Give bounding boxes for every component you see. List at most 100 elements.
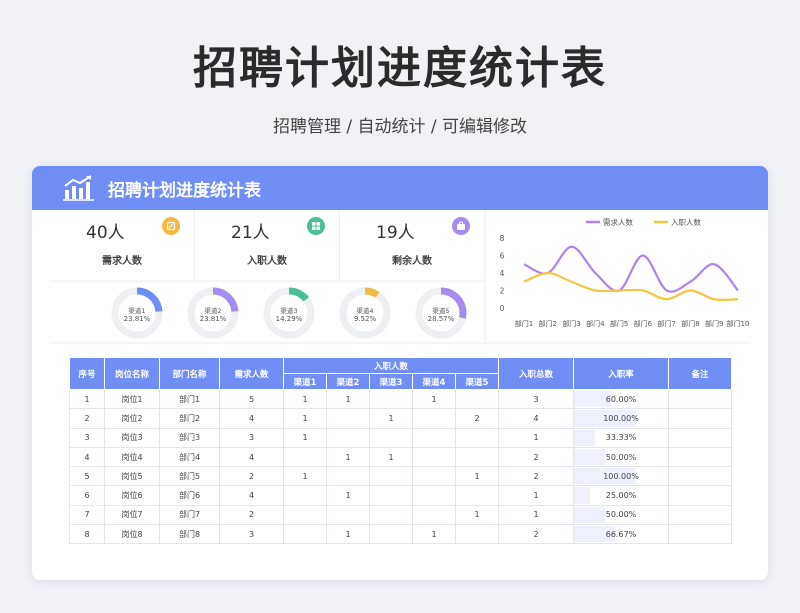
cell-channel[interactable]: 1 [412,388,456,410]
cell-note[interactable] [668,524,733,545]
cell-note[interactable] [668,446,733,468]
cell-post[interactable]: 岗位1 [104,388,160,410]
cell-no[interactable]: 8 [69,524,105,545]
cell-rate[interactable]: 25.00% [573,485,670,506]
cell-dept[interactable]: 部门8 [159,524,220,545]
cell-note[interactable] [668,466,733,487]
cell-no[interactable]: 3 [69,427,105,448]
cell-channel[interactable] [283,524,327,545]
cell-channel[interactable] [369,504,413,526]
cell-channel[interactable] [454,427,500,448]
cell-post[interactable]: 岗位5 [104,466,160,487]
card-header: 招聘计划进度统计表 [32,166,768,210]
cell-total[interactable]: 2 [498,446,575,468]
cell-channel[interactable]: 1 [326,446,370,468]
cell-rate[interactable]: 100.00% [573,466,670,487]
card-title: 招聘计划进度统计表 [108,180,261,201]
cell-no[interactable]: 4 [69,446,105,468]
cell-demand[interactable]: 5 [219,388,284,410]
cell-channel[interactable] [369,485,413,506]
cell-note[interactable] [668,485,733,506]
cell-channel[interactable]: 1 [283,388,327,410]
cell-post[interactable]: 岗位3 [104,427,160,448]
cell-total[interactable]: 1 [498,504,575,526]
cell-no[interactable]: 7 [69,504,105,526]
cell-channel[interactable] [326,504,370,526]
cell-channel[interactable]: 1 [283,408,327,429]
cell-channel[interactable]: 1 [326,524,370,545]
cell-channel[interactable]: 1 [454,504,500,526]
cell-channel[interactable] [326,466,370,487]
cell-channel[interactable] [412,408,456,429]
cell-demand[interactable]: 2 [219,466,284,487]
cell-channel[interactable] [454,388,500,410]
cell-no[interactable]: 1 [69,388,105,410]
cell-rate[interactable]: 50.00% [573,446,670,468]
cell-post[interactable]: 岗位7 [104,504,160,526]
cell-channel[interactable] [412,504,456,526]
cell-channel[interactable] [412,485,456,506]
cell-channel[interactable] [412,427,456,448]
cell-channel[interactable] [326,408,370,429]
cell-dept[interactable]: 部门7 [159,504,220,526]
cell-dept[interactable]: 部门6 [159,485,220,506]
cell-post[interactable]: 岗位2 [104,408,160,429]
cell-demand[interactable]: 4 [219,446,284,468]
cell-total[interactable]: 1 [498,427,575,448]
cell-no[interactable]: 6 [69,485,105,506]
cell-channel[interactable]: 1 [412,524,456,545]
cell-rate[interactable]: 60.00% [573,388,670,410]
cell-rate[interactable]: 100.00% [573,408,670,429]
cell-channel[interactable] [326,427,370,448]
cell-channel[interactable] [283,504,327,526]
cell-no[interactable]: 5 [69,466,105,487]
cell-dept[interactable]: 部门4 [159,446,220,468]
cell-dept[interactable]: 部门5 [159,466,220,487]
cell-total[interactable]: 4 [498,408,575,429]
cell-channel[interactable] [412,446,456,468]
cell-demand[interactable]: 4 [219,485,284,506]
cell-rate[interactable]: 50.00% [573,504,670,526]
cell-demand[interactable]: 3 [219,524,284,545]
donut-label: 渠道2 [204,307,222,315]
cell-note[interactable] [668,388,733,410]
cell-channel[interactable]: 1 [326,388,370,410]
cell-rate[interactable]: 33.33% [573,427,670,448]
cell-dept[interactable]: 部门3 [159,427,220,448]
cell-channel[interactable] [454,485,500,506]
cell-channel[interactable]: 1 [369,408,413,429]
cell-total[interactable]: 3 [498,388,575,410]
cell-rate[interactable]: 66.67% [573,524,670,545]
cell-channel[interactable] [454,446,500,468]
cell-channel[interactable] [412,466,456,487]
cell-total[interactable]: 1 [498,485,575,506]
cell-demand[interactable]: 2 [219,504,284,526]
cell-post[interactable]: 岗位8 [104,524,160,545]
cell-channel[interactable]: 1 [454,466,500,487]
cell-channel[interactable]: 2 [454,408,500,429]
cell-post[interactable]: 岗位6 [104,485,160,506]
cell-channel[interactable] [369,388,413,410]
cell-note[interactable] [668,408,733,429]
cell-channel[interactable]: 1 [283,466,327,487]
cell-note[interactable] [668,504,733,526]
cell-total[interactable]: 2 [498,524,575,545]
cell-channel[interactable] [283,446,327,468]
cell-channel[interactable]: 1 [283,427,327,448]
cell-post[interactable]: 岗位4 [104,446,160,468]
cell-channel[interactable] [283,485,327,506]
cell-demand[interactable]: 4 [219,408,284,429]
cell-no[interactable]: 2 [69,408,105,429]
cell-channel[interactable] [369,427,413,448]
cell-dept[interactable]: 部门1 [159,388,220,410]
cell-channel[interactable] [454,524,500,545]
cell-total[interactable]: 2 [498,466,575,487]
cell-channel[interactable]: 1 [326,485,370,506]
cell-channel[interactable] [369,524,413,545]
cell-note[interactable] [668,427,733,448]
cell-demand[interactable]: 3 [219,427,284,448]
cell-channel[interactable] [369,466,413,487]
table-row: 7 岗位7 部门7 2 1 1 50.00% [69,504,733,526]
cell-channel[interactable]: 1 [369,446,413,468]
cell-dept[interactable]: 部门2 [159,408,220,429]
